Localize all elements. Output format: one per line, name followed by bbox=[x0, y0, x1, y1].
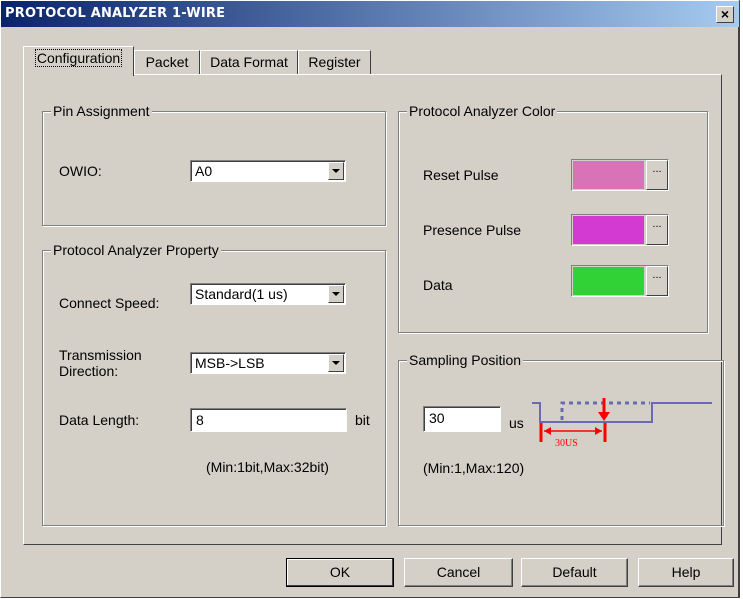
more-icon[interactable]: ... bbox=[646, 160, 668, 190]
tab-register[interactable]: Register bbox=[298, 50, 371, 74]
owio-select[interactable]: A0 bbox=[190, 160, 346, 182]
transmission-direction-label-line1: Transmission bbox=[59, 347, 142, 363]
sampling-waveform-diagram: 30US bbox=[532, 398, 712, 449]
default-button[interactable]: Default bbox=[521, 558, 628, 587]
dialog-window: PROTOCOL ANALYZER 1-WIRE × Configuration… bbox=[0, 0, 740, 598]
transmission-direction-value: MSB->LSB bbox=[195, 355, 265, 371]
presence-pulse-color-picker[interactable]: ... bbox=[571, 214, 669, 246]
sampling-arrow-icon bbox=[598, 398, 610, 421]
tab-label: Data Format bbox=[210, 54, 288, 70]
connect-speed-label: Connect Speed: bbox=[59, 295, 160, 311]
sampling-position-range: (Min:1,Max:120) bbox=[423, 460, 525, 476]
owio-label: OWIO: bbox=[59, 163, 102, 179]
tab-packet[interactable]: Packet bbox=[134, 50, 200, 74]
tab-label: Configuration bbox=[34, 49, 123, 67]
reset-pulse-label: Reset Pulse bbox=[423, 167, 499, 183]
pin-assignment-group: Pin Assignment OWIO: A0 bbox=[42, 103, 386, 226]
data-length-label: Data Length: bbox=[59, 412, 140, 428]
chevron-down-icon[interactable] bbox=[328, 162, 344, 180]
close-button[interactable]: × bbox=[716, 6, 734, 23]
sampling-diagram-label: 30US bbox=[555, 438, 578, 449]
transmission-direction-label-line2: Direction: bbox=[59, 363, 119, 379]
data-length-input[interactable]: 8 bbox=[190, 408, 347, 432]
data-swatch bbox=[573, 267, 644, 295]
sampling-position-group: Sampling Position 30 us (Min:1,Max:120) bbox=[398, 352, 724, 526]
close-icon: × bbox=[720, 6, 730, 22]
sampling-position-input[interactable]: 30 bbox=[423, 406, 501, 432]
transmission-direction-select[interactable]: MSB->LSB bbox=[190, 352, 346, 374]
chevron-down-icon[interactable] bbox=[328, 285, 344, 303]
connect-speed-value: Standard(1 us) bbox=[195, 286, 288, 302]
tab-data-format[interactable]: Data Format bbox=[200, 50, 298, 74]
tab-label: Register bbox=[308, 54, 361, 70]
ok-button[interactable]: OK bbox=[286, 558, 394, 587]
reset-pulse-color-picker[interactable]: ... bbox=[571, 159, 669, 191]
tab-label: Packet bbox=[145, 54, 189, 70]
data-length-value: 8 bbox=[196, 412, 204, 428]
connect-speed-select[interactable]: Standard(1 us) bbox=[190, 283, 346, 305]
window-title: PROTOCOL ANALYZER 1-WIRE bbox=[5, 6, 226, 21]
data-length-range: (Min:1bit,Max:32bit) bbox=[206, 459, 329, 475]
cancel-button[interactable]: Cancel bbox=[404, 558, 513, 587]
chevron-down-icon[interactable] bbox=[328, 354, 344, 372]
sampling-position-value: 30 bbox=[429, 410, 445, 426]
data-length-unit: bit bbox=[355, 412, 370, 428]
analyzer-color-title: Protocol Analyzer Color bbox=[407, 103, 558, 119]
data-color-picker[interactable]: ... bbox=[571, 265, 669, 297]
presence-pulse-label: Presence Pulse bbox=[423, 222, 522, 238]
configuration-panel: Pin Assignment OWIO: A0 Protocol Analyze… bbox=[23, 74, 724, 545]
presence-pulse-swatch bbox=[573, 216, 644, 244]
sampling-position-title: Sampling Position bbox=[407, 352, 524, 368]
title-bar[interactable]: PROTOCOL ANALYZER 1-WIRE × bbox=[1, 1, 739, 27]
analyzer-property-title: Protocol Analyzer Property bbox=[51, 242, 221, 258]
sampling-position-unit: us bbox=[509, 415, 524, 431]
waveform-line bbox=[532, 402, 712, 423]
reset-pulse-swatch bbox=[573, 161, 644, 189]
data-color-label: Data bbox=[423, 277, 453, 293]
more-icon[interactable]: ... bbox=[646, 215, 668, 245]
help-button[interactable]: Help bbox=[638, 558, 734, 587]
pin-assignment-title: Pin Assignment bbox=[51, 103, 152, 119]
tab-configuration[interactable]: Configuration bbox=[23, 46, 134, 76]
more-icon[interactable]: ... bbox=[646, 266, 668, 296]
analyzer-property-group: Protocol Analyzer Property Connect Speed… bbox=[42, 242, 386, 526]
owio-value: A0 bbox=[195, 163, 213, 179]
analyzer-color-group: Protocol Analyzer Color Reset Pulse ... … bbox=[398, 103, 708, 333]
